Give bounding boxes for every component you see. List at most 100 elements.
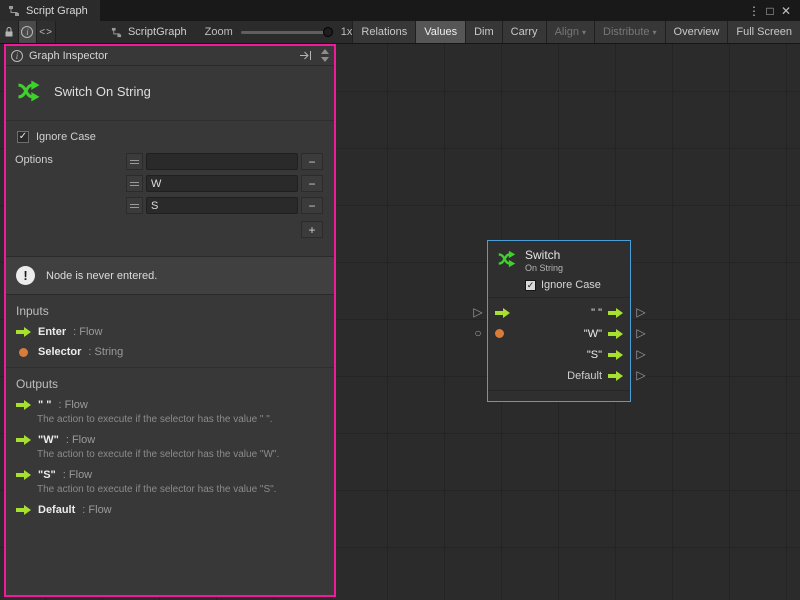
- node-input-ports: ▷ ○: [495, 302, 510, 344]
- maximize-icon[interactable]: □: [762, 5, 778, 17]
- output-connector[interactable]: ▷: [634, 347, 648, 361]
- ignore-case-checkbox[interactable]: [17, 131, 29, 143]
- graph-toolbar: <> ScriptGraph Zoom 1x Relations Values …: [0, 21, 800, 44]
- port-type: Flow: [73, 326, 102, 338]
- port-type: Flow: [59, 399, 88, 411]
- options-list: − − − +: [126, 152, 323, 238]
- window-tab[interactable]: Script Graph: [0, 0, 100, 21]
- output-port-label: "S": [587, 349, 602, 361]
- button-label: Carry: [511, 26, 538, 38]
- window-menu-icon[interactable]: ⋮: [746, 5, 762, 17]
- inspector-node-title: Switch On String: [54, 84, 151, 99]
- port-name: " ": [38, 399, 52, 411]
- port-description: The action to execute if the selector ha…: [37, 449, 324, 460]
- flow-port-icon: [16, 470, 31, 480]
- toolbar-button-relations[interactable]: Relations: [352, 21, 415, 43]
- flow-output-port[interactable]: [608, 350, 623, 360]
- toolbar-button-align[interactable]: Align ▾: [546, 21, 594, 43]
- output-port-item: "S"Flow: [16, 469, 324, 481]
- port-name: Selector: [38, 346, 81, 358]
- output-connector[interactable]: ▷: [634, 368, 648, 382]
- input-connector[interactable]: ▷: [471, 305, 485, 319]
- toolbar-button-distribute[interactable]: Distribute ▾: [594, 21, 664, 43]
- input-port-row[interactable]: ○: [495, 323, 510, 344]
- code-icon: <>: [39, 27, 53, 38]
- output-connector[interactable]: ▷: [634, 305, 648, 319]
- option-input[interactable]: [146, 197, 298, 214]
- option-input[interactable]: [146, 175, 298, 192]
- lock-icon: [4, 26, 14, 38]
- node-footer: [488, 390, 630, 401]
- input-port-row[interactable]: ▷: [495, 302, 510, 323]
- remove-option-button[interactable]: −: [301, 197, 323, 214]
- node-title-block: Switch On String: [525, 248, 563, 273]
- scroll-down-icon[interactable]: [321, 57, 329, 62]
- reorder-handle-icon[interactable]: [126, 197, 143, 214]
- reorder-handle-icon[interactable]: [126, 153, 143, 170]
- graph-inspector-panel: Graph Inspector Switch On String: [4, 44, 336, 597]
- inputs-section: Inputs EnterFlow Selector String: [6, 295, 334, 367]
- toolbar-button-carry[interactable]: Carry: [502, 21, 546, 43]
- button-label: Values: [424, 26, 457, 38]
- toolbar-button-values[interactable]: Values: [415, 21, 465, 43]
- node-header[interactable]: Switch On String Ignore Case: [488, 241, 630, 297]
- toolbar-button-overview[interactable]: Overview: [665, 21, 728, 43]
- node-ignore-case-checkbox[interactable]: [525, 280, 536, 291]
- dropdown-caret-icon: ▾: [653, 28, 657, 37]
- output-port-item: Default Flow: [16, 504, 324, 516]
- outputs-section: Outputs " " Flow The action to execute if…: [6, 367, 334, 525]
- close-icon[interactable]: ✕: [778, 5, 794, 17]
- add-option-button[interactable]: +: [301, 221, 323, 238]
- flow-output-port[interactable]: [608, 371, 623, 381]
- port-name: Default: [38, 504, 75, 516]
- options-label: Options: [15, 152, 126, 238]
- toolbar-button-dim[interactable]: Dim: [465, 21, 502, 43]
- zoom-slider[interactable]: [241, 31, 333, 34]
- lock-button[interactable]: [0, 21, 19, 43]
- remove-option-button[interactable]: −: [301, 153, 323, 170]
- warning-text: Node is never entered.: [46, 270, 157, 282]
- button-label: Full Screen: [736, 26, 792, 38]
- button-label: Dim: [474, 26, 494, 38]
- node-ports: " " ▷ "W" ▷ "S" ▷ Default ▷: [488, 297, 630, 390]
- selector-input-port[interactable]: [495, 329, 504, 338]
- remove-option-button[interactable]: −: [301, 175, 323, 192]
- flow-input-port[interactable]: [495, 308, 510, 318]
- port-type: String: [88, 346, 123, 358]
- dropdown-caret-icon: ▾: [582, 28, 586, 37]
- node-ignore-case-label: Ignore Case: [541, 279, 601, 291]
- output-port-row[interactable]: Default ▷: [488, 365, 630, 386]
- port-type: Flow: [82, 504, 111, 516]
- zoom-label: Zoom: [205, 26, 233, 38]
- window-title: Script Graph: [26, 5, 88, 17]
- inspector-header-title: Graph Inspector: [29, 50, 108, 62]
- node-title: Switch: [525, 248, 563, 262]
- inspector-toggle-button[interactable]: [19, 21, 38, 43]
- option-input[interactable]: [146, 153, 298, 170]
- dock-icon[interactable]: [299, 50, 312, 61]
- scroll-up-icon[interactable]: [321, 49, 329, 54]
- reorder-handle-icon[interactable]: [126, 175, 143, 192]
- flow-output-port[interactable]: [608, 308, 623, 318]
- output-port-row[interactable]: "S" ▷: [488, 344, 630, 365]
- toolbar-button-fullscreen[interactable]: Full Screen: [727, 21, 800, 43]
- output-port-label: " ": [591, 307, 602, 319]
- switch-node[interactable]: Switch On String Ignore Case " " ▷ "W": [487, 240, 631, 402]
- options-field: Options − − −: [15, 152, 325, 238]
- switch-icon: [15, 77, 43, 105]
- option-row: −: [126, 174, 323, 193]
- zoom-slider-knob[interactable]: [323, 27, 333, 37]
- input-port-item: EnterFlow: [16, 326, 324, 338]
- inputs-heading: Inputs: [16, 304, 324, 318]
- output-connector[interactable]: ▷: [634, 326, 648, 340]
- panel-scrollbar: [321, 49, 329, 62]
- flow-output-port[interactable]: [608, 329, 623, 339]
- breadcrumb[interactable]: ScriptGraph: [111, 21, 187, 43]
- outputs-heading: Outputs: [16, 377, 324, 391]
- port-type: Flow: [66, 434, 95, 446]
- input-connector[interactable]: ○: [471, 326, 485, 340]
- port-description: The action to execute if the selector ha…: [37, 484, 324, 495]
- code-view-button[interactable]: <>: [37, 21, 56, 43]
- breadcrumb-label: ScriptGraph: [128, 26, 187, 38]
- option-row: −: [126, 196, 323, 215]
